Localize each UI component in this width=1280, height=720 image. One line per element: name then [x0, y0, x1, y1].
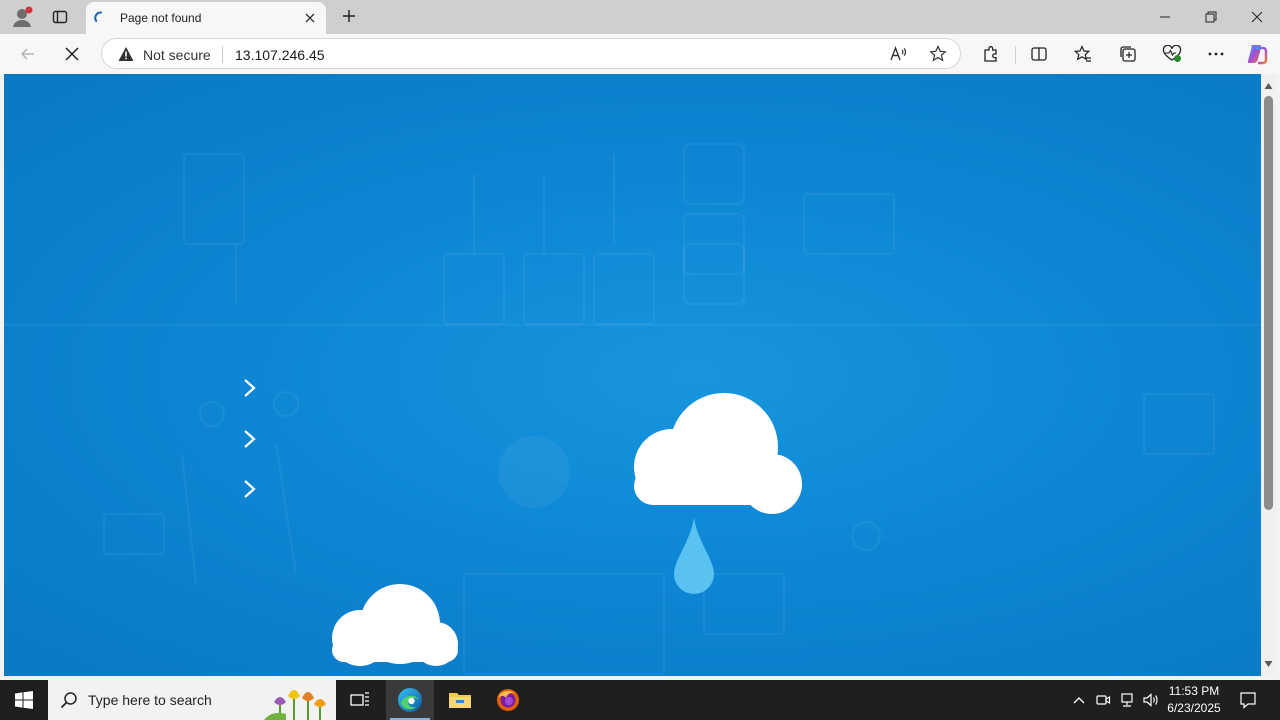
- copilot-button[interactable]: [1243, 40, 1271, 68]
- stop-icon: [65, 47, 79, 61]
- close-window-icon: [1251, 11, 1263, 23]
- camera-tray-icon: [1096, 695, 1111, 705]
- toolbar-divider: [1015, 46, 1016, 64]
- windows-taskbar: Type here to search 11:53 PM 6/23/2025: [0, 680, 1280, 720]
- edge-taskbar-app[interactable]: [386, 680, 434, 720]
- show-hidden-icons-button[interactable]: [1068, 680, 1090, 720]
- back-arrow-icon: [20, 48, 34, 60]
- notifications-button[interactable]: [1234, 680, 1262, 720]
- taskbar-clock[interactable]: 11:53 PM 6/23/2025: [1160, 683, 1228, 717]
- scroll-up-arrow-icon[interactable]: [1264, 82, 1273, 90]
- minimize-icon: [1160, 16, 1170, 18]
- star-add-icon: [929, 45, 947, 62]
- volume-tray-button[interactable]: [1140, 680, 1162, 720]
- minimize-button[interactable]: [1142, 0, 1188, 34]
- profile-icon: [13, 6, 33, 27]
- chevron-right-icon[interactable]: [240, 377, 260, 399]
- more-dots-icon: [1208, 52, 1224, 56]
- edge-icon: [398, 688, 422, 712]
- heart-pulse-icon: [1162, 45, 1182, 62]
- chevron-right-icon[interactable]: [240, 478, 260, 500]
- chevron-right-icon[interactable]: [240, 428, 260, 450]
- warning-icon: [118, 47, 134, 61]
- address-bar[interactable]: Not secure 13.107.246.45: [101, 38, 961, 69]
- network-tray-button[interactable]: [1116, 680, 1138, 720]
- clock-time: 11:53 PM: [1168, 684, 1220, 698]
- split-screen-icon: [1031, 47, 1047, 61]
- extensions-button[interactable]: [977, 40, 1005, 68]
- split-screen-button[interactable]: [1025, 40, 1053, 68]
- copilot-icon: [1247, 45, 1268, 65]
- start-button[interactable]: [0, 680, 48, 720]
- stop-loading-button[interactable]: [58, 40, 86, 68]
- page-scrollbar[interactable]: [1261, 74, 1276, 676]
- firefox-icon: [497, 689, 519, 711]
- favorites-button[interactable]: [1069, 40, 1097, 68]
- small-cloud-icon: [332, 584, 458, 666]
- tab-title: Page not found: [120, 11, 202, 25]
- page-viewport: ANY RUN: [4, 74, 1261, 676]
- back-button[interactable]: [14, 40, 42, 68]
- notification-icon: [1240, 692, 1256, 709]
- loading-spinner-icon: [94, 11, 102, 22]
- search-placeholder: Type here to search: [88, 692, 212, 708]
- search-icon: [60, 692, 77, 709]
- tab-close-button[interactable]: [302, 10, 318, 26]
- restore-icon: [1205, 11, 1217, 23]
- omnibox-divider: [222, 46, 223, 63]
- tab-strip: Page not found: [0, 0, 1280, 34]
- windows-logo-icon: [15, 691, 33, 709]
- task-view-button[interactable]: [336, 680, 384, 720]
- plus-icon: [343, 10, 355, 22]
- read-aloud-button[interactable]: [888, 44, 908, 64]
- collections-icon: [1120, 46, 1136, 62]
- favorite-star-button[interactable]: [928, 44, 948, 64]
- puzzle-icon: [984, 46, 997, 62]
- url-text[interactable]: 13.107.246.45: [235, 47, 325, 63]
- chevron-up-icon: [1073, 697, 1085, 704]
- restore-button[interactable]: [1188, 0, 1234, 34]
- close-window-button[interactable]: [1234, 0, 1280, 34]
- active-tab[interactable]: Page not found: [86, 2, 326, 34]
- meet-now-tray-button[interactable]: [1092, 680, 1114, 720]
- scroll-down-arrow-icon[interactable]: [1264, 660, 1273, 668]
- speaker-icon: [1143, 693, 1158, 707]
- tulips-search-highlight-icon: [264, 690, 326, 720]
- read-aloud-icon: [890, 46, 907, 61]
- firefox-taskbar-app[interactable]: [484, 680, 532, 720]
- folder-icon: [449, 693, 471, 708]
- file-explorer-taskbar-app[interactable]: [436, 680, 484, 720]
- settings-more-button[interactable]: [1202, 40, 1230, 68]
- cloud-icon: [634, 393, 802, 594]
- browser-toolbar: Not secure 13.107.246.45: [0, 34, 1280, 74]
- profile-button[interactable]: [10, 5, 34, 29]
- favorites-icon: [1074, 45, 1091, 62]
- tab-actions-icon: [52, 10, 68, 24]
- scrollbar-thumb[interactable]: [1264, 96, 1273, 510]
- tab-actions-button[interactable]: [48, 5, 72, 29]
- security-status[interactable]: Not secure: [143, 47, 211, 63]
- browser-essentials-button[interactable]: [1158, 40, 1186, 68]
- new-tab-button[interactable]: [338, 5, 360, 27]
- taskbar-search-box[interactable]: Type here to search: [48, 680, 336, 720]
- clock-date: 6/23/2025: [1167, 701, 1221, 715]
- task-view-icon: [350, 692, 369, 706]
- close-icon: [305, 13, 315, 23]
- collections-button[interactable]: [1114, 40, 1142, 68]
- network-icon: [1121, 693, 1133, 707]
